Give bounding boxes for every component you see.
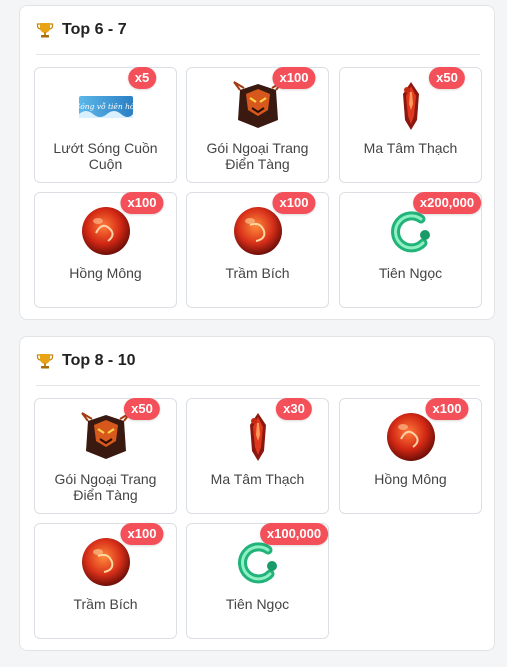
panel-header: Top 8 - 10	[36, 337, 480, 386]
item-name: Trầm Bích	[73, 596, 138, 612]
svg-text:Sóng vỗ tiên hồi: Sóng vỗ tiên hồi	[78, 102, 134, 111]
red-crystal-icon	[402, 82, 419, 130]
reward-card[interactable]: Sóng vỗ tiên hồi x5 Lướt Sóng Cuồn Cuộn	[34, 67, 177, 183]
item-name: Ma Tâm Thạch	[363, 140, 458, 156]
quantity-badge: x100	[425, 398, 469, 420]
item-name: Ma Tâm Thạch	[210, 471, 305, 487]
reward-panel-top-6-7: Top 6 - 7 Sóng vỗ tiên hồi x5 Lướt Sóng …	[19, 5, 495, 320]
reward-card[interactable]: x50 Gói Ngoại Trang Điển Tàng	[34, 398, 177, 514]
quantity-badge: x30	[276, 398, 312, 420]
reward-card[interactable]: x100 Hồng Mông	[339, 398, 482, 514]
quantity-badge: x100	[272, 192, 316, 214]
reward-card[interactable]: x100 Trầm Bích	[34, 523, 177, 639]
quantity-badge: x5	[127, 67, 157, 89]
item-name: Gói Ngoại Trang Điển Tàng	[54, 471, 157, 503]
quantity-badge: x100	[120, 192, 164, 214]
reward-card[interactable]: x100 Hồng Mông	[34, 192, 177, 308]
reward-card[interactable]: x100 Gói Ngoại Trang Điển Tàng	[186, 67, 329, 183]
quantity-badge: x50	[429, 67, 465, 89]
item-name: Lướt Sóng Cuồn Cuộn	[53, 140, 158, 172]
red-orb-icon	[81, 207, 130, 255]
demon-chest-icon	[80, 412, 131, 459]
reward-card[interactable]: x100,000 Tiên Ngọc	[186, 523, 329, 639]
panel-header: Top 6 - 7	[36, 6, 480, 55]
panel-title: Top 6 - 7	[62, 21, 127, 38]
item-name: Tiên Ngọc	[225, 596, 290, 612]
trophy-icon	[36, 23, 54, 38]
red-crystal-icon	[249, 413, 266, 461]
item-name: Trầm Bích	[225, 265, 290, 281]
demon-chest-icon	[232, 81, 283, 128]
quantity-badge: x200,000	[412, 192, 482, 214]
panel-title: Top 8 - 10	[62, 352, 136, 369]
reward-card[interactable]: x50 Ma Tâm Thạch	[339, 67, 482, 183]
reward-card[interactable]: x100 Trầm Bích	[186, 192, 329, 308]
item-name: Gói Ngoại Trang Điển Tàng	[206, 140, 309, 172]
item-name: Hồng Mông	[69, 265, 142, 281]
reward-card[interactable]: x30 Ma Tâm Thạch	[186, 398, 329, 514]
trophy-icon	[36, 354, 54, 369]
reward-card[interactable]: x200,000 Tiên Ngọc	[339, 192, 482, 308]
quantity-badge: x50	[124, 398, 160, 420]
red-orb-icon	[386, 413, 435, 461]
item-name: Hồng Mông	[374, 471, 447, 487]
quantity-badge: x100	[120, 523, 164, 545]
quantity-badge: x100,000	[259, 523, 329, 545]
quantity-badge: x100	[272, 67, 316, 89]
reward-panel-top-8-10: Top 8 - 10 x50 Gói Ngoại Trang Điển Tàng…	[19, 336, 495, 651]
red-orb-icon	[233, 207, 282, 255]
item-name: Tiên Ngọc	[378, 265, 443, 281]
red-orb-icon	[81, 538, 130, 586]
wave-banner-icon: Sóng vỗ tiên hồi	[78, 96, 134, 118]
